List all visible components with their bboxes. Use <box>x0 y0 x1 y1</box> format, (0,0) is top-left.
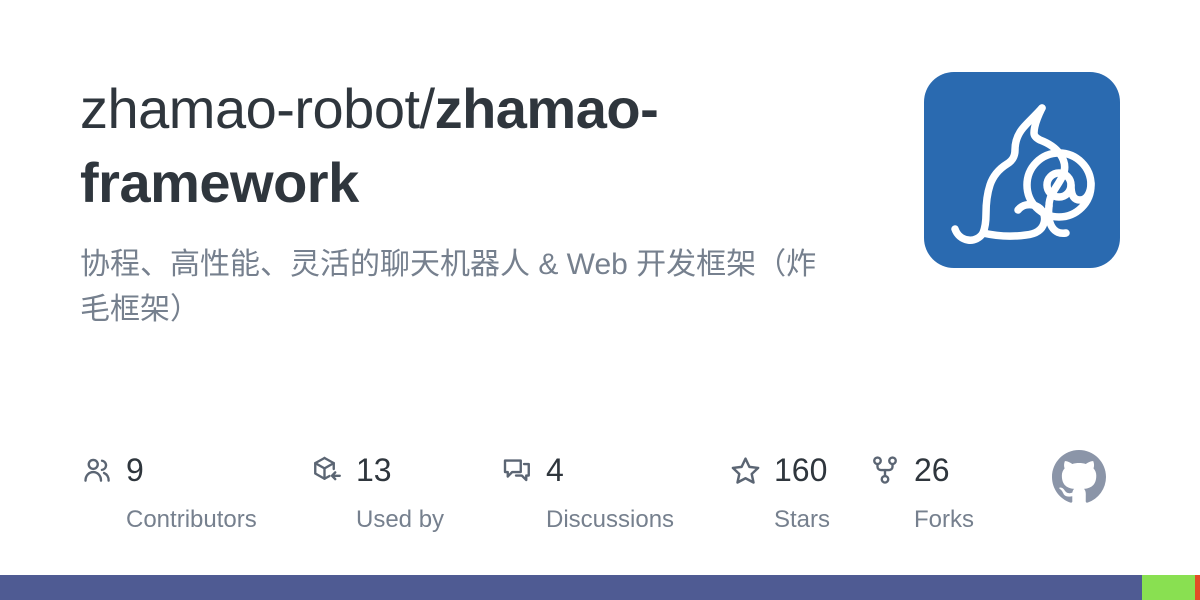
repo-title-block: zhamao-robot/zhamao-framework 协程、高性能、灵活的… <box>80 72 870 333</box>
repo-description: 协程、高性能、灵活的聊天机器人 & Web 开发框架（炸毛框架） <box>80 247 817 327</box>
stat-stars-top: 160 <box>728 448 827 492</box>
stat-forks-label: Forks <box>914 506 974 533</box>
page-title: zhamao-robot/zhamao-framework <box>80 72 870 220</box>
stat-forks[interactable]: 26 Forks <box>868 448 1018 534</box>
github-social-preview-card: zhamao-robot/zhamao-framework 协程、高性能、灵活的… <box>0 0 1200 600</box>
people-icon <box>80 453 114 487</box>
repo-stats: 9 Contributors 13 Used by 4 Discussions … <box>80 448 1120 538</box>
stat-contributors-label: Contributors <box>126 506 257 533</box>
stat-stars-value: 160 <box>774 452 828 488</box>
stat-discussions-label: Discussions <box>546 506 675 533</box>
comment-discussion-icon <box>500 453 534 487</box>
repo-owner[interactable]: zhamao-robot <box>80 77 420 140</box>
repo-header: zhamao-robot/zhamao-framework 协程、高性能、灵活的… <box>80 72 1120 333</box>
repo-separator: / <box>419 77 436 140</box>
stat-contributors[interactable]: 9 Contributors <box>80 448 310 534</box>
stat-discussions-value: 4 <box>546 452 564 488</box>
stat-stars[interactable]: 160 Stars <box>728 448 868 534</box>
stat-used-by[interactable]: 13 Used by <box>310 448 500 534</box>
language-bar <box>0 575 1200 600</box>
language-segment-php <box>0 575 1143 600</box>
stat-used-by-value: 13 <box>356 452 392 488</box>
stat-discussions-top: 4 <box>500 448 564 492</box>
stat-discussions[interactable]: 4 Discussions <box>500 448 728 534</box>
avatar <box>924 72 1120 268</box>
language-segment-shell <box>1142 575 1196 600</box>
github-mark-icon <box>1052 450 1106 504</box>
stat-forks-value: 26 <box>914 452 950 488</box>
package-used-by-icon <box>310 453 344 487</box>
stat-contributors-top: 9 <box>80 448 144 492</box>
stat-forks-top: 26 <box>868 448 950 492</box>
stat-stars-label: Stars <box>774 506 831 533</box>
stat-used-by-top: 13 <box>310 448 392 492</box>
stat-contributors-value: 9 <box>126 452 144 488</box>
stat-used-by-label: Used by <box>356 506 445 533</box>
language-segment-other <box>1195 575 1200 600</box>
repo-forked-icon <box>868 453 902 487</box>
star-icon <box>728 453 762 487</box>
